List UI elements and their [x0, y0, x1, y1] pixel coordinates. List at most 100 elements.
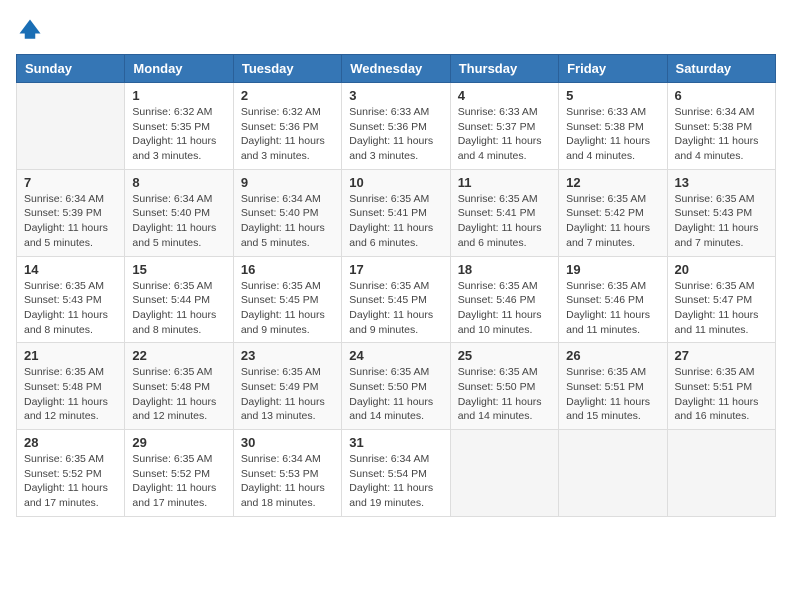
- day-header-sunday: Sunday: [17, 55, 125, 83]
- logo-icon: [16, 16, 44, 44]
- day-info: Sunrise: 6:35 AM Sunset: 5:51 PM Dayligh…: [675, 365, 768, 424]
- day-number: 8: [132, 175, 225, 190]
- day-info: Sunrise: 6:35 AM Sunset: 5:46 PM Dayligh…: [566, 279, 659, 338]
- calendar-cell: 24 Sunrise: 6:35 AM Sunset: 5:50 PM Dayli…: [342, 343, 450, 430]
- day-info: Sunrise: 6:35 AM Sunset: 5:42 PM Dayligh…: [566, 192, 659, 251]
- calendar-cell: 4 Sunrise: 6:33 AM Sunset: 5:37 PM Daylig…: [450, 83, 558, 170]
- calendar-cell: 28Sunrise: 6:35 AM Sunset: 5:52 PM Dayli…: [17, 430, 125, 517]
- day-number: 2: [241, 88, 334, 103]
- day-info: Sunrise: 6:35 AM Sunset: 5:46 PM Dayligh…: [458, 279, 551, 338]
- day-number: 1: [132, 88, 225, 103]
- day-info: Sunrise: 6:35 AM Sunset: 5:45 PM Dayligh…: [349, 279, 442, 338]
- calendar-cell: 16Sunrise: 6:35 AM Sunset: 5:45 PM Dayli…: [233, 256, 341, 343]
- day-number: 26: [566, 348, 659, 363]
- day-header-saturday: Saturday: [667, 55, 775, 83]
- day-header-thursday: Thursday: [450, 55, 558, 83]
- day-info: Sunrise: 6:34 AM Sunset: 5:38 PM Dayligh…: [675, 105, 768, 164]
- day-info: Sunrise: 6:35 AM Sunset: 5:50 PM Dayligh…: [349, 365, 442, 424]
- calendar-cell: 19Sunrise: 6:35 AM Sunset: 5:46 PM Dayli…: [559, 256, 667, 343]
- calendar-table: SundayMondayTuesdayWednesdayThursdayFrid…: [16, 54, 776, 517]
- day-info: Sunrise: 6:35 AM Sunset: 5:52 PM Dayligh…: [132, 452, 225, 511]
- day-number: 15: [132, 262, 225, 277]
- calendar-cell: 30 Sunrise: 6:34 AM Sunset: 5:53 PM Dayli…: [233, 430, 341, 517]
- day-info: Sunrise: 6:35 AM Sunset: 5:47 PM Dayligh…: [675, 279, 768, 338]
- day-number: 6: [675, 88, 768, 103]
- day-number: 22: [132, 348, 225, 363]
- calendar-week-row: 21 Sunrise: 6:35 AM Sunset: 5:48 PM Dayli…: [17, 343, 776, 430]
- day-number: 28: [24, 435, 117, 450]
- day-info: Sunrise: 6:33 AM Sunset: 5:37 PM Dayligh…: [458, 105, 551, 164]
- calendar-cell: 21 Sunrise: 6:35 AM Sunset: 5:48 PM Dayli…: [17, 343, 125, 430]
- day-number: 30: [241, 435, 334, 450]
- calendar-header-row: SundayMondayTuesdayWednesdayThursdayFrid…: [17, 55, 776, 83]
- calendar-cell: 11 Sunrise: 6:35 AM Sunset: 5:41 PM Dayli…: [450, 169, 558, 256]
- day-number: 11: [458, 175, 551, 190]
- day-info: Sunrise: 6:34 AM Sunset: 5:53 PM Dayligh…: [241, 452, 334, 511]
- day-info: Sunrise: 6:35 AM Sunset: 5:45 PM Dayligh…: [241, 279, 334, 338]
- calendar-cell: 23 Sunrise: 6:35 AM Sunset: 5:49 PM Dayli…: [233, 343, 341, 430]
- calendar-cell: [17, 83, 125, 170]
- day-number: 12: [566, 175, 659, 190]
- day-info: Sunrise: 6:35 AM Sunset: 5:43 PM Dayligh…: [24, 279, 117, 338]
- header: [16, 16, 776, 44]
- day-info: Sunrise: 6:32 AM Sunset: 5:35 PM Dayligh…: [132, 105, 225, 164]
- day-info: Sunrise: 6:35 AM Sunset: 5:49 PM Dayligh…: [241, 365, 334, 424]
- day-header-tuesday: Tuesday: [233, 55, 341, 83]
- calendar-cell: 25Sunrise: 6:35 AM Sunset: 5:50 PM Dayli…: [450, 343, 558, 430]
- day-number: 21: [24, 348, 117, 363]
- calendar-week-row: 28 Sunrise: 6:35 AM Sunset: 5:52 PM Dayli…: [17, 430, 776, 517]
- calendar-cell: 2 Sunrise: 6:32 AM Sunset: 5:36 PM Daylig…: [233, 83, 341, 170]
- day-info: Sunrise: 6:34 AM Sunset: 5:40 PM Dayligh…: [241, 192, 334, 251]
- day-info: Sunrise: 6:35 AM Sunset: 5:41 PM Dayligh…: [458, 192, 551, 251]
- day-number: 24: [349, 348, 442, 363]
- calendar-cell: 27 Sunrise: 6:35 AM Sunset: 5:51 PM Dayli…: [667, 343, 775, 430]
- day-number: 9: [241, 175, 334, 190]
- calendar-cell: [450, 430, 558, 517]
- day-number: 31: [349, 435, 442, 450]
- calendar-body: 1 Sunrise: 6:32 AM Sunset: 5:35 PM Daylig…: [17, 83, 776, 517]
- day-number: 17: [349, 262, 442, 277]
- day-info: Sunrise: 6:35 AM Sunset: 5:48 PM Dayligh…: [24, 365, 117, 424]
- day-info: Sunrise: 6:32 AM Sunset: 5:36 PM Dayligh…: [241, 105, 334, 164]
- day-number: 5: [566, 88, 659, 103]
- day-header-monday: Monday: [125, 55, 233, 83]
- calendar-cell: 5 Sunrise: 6:33 AM Sunset: 5:38 PM Daylig…: [559, 83, 667, 170]
- day-info: Sunrise: 6:35 AM Sunset: 5:41 PM Dayligh…: [349, 192, 442, 251]
- calendar-cell: 17 Sunrise: 6:35 AM Sunset: 5:45 PM Dayli…: [342, 256, 450, 343]
- calendar-cell: 29 Sunrise: 6:35 AM Sunset: 5:52 PM Dayli…: [125, 430, 233, 517]
- calendar-cell: 12 Sunrise: 6:35 AM Sunset: 5:42 PM Dayli…: [559, 169, 667, 256]
- day-info: Sunrise: 6:34 AM Sunset: 5:40 PM Dayligh…: [132, 192, 225, 251]
- day-info: Sunrise: 6:33 AM Sunset: 5:38 PM Dayligh…: [566, 105, 659, 164]
- calendar-cell: 22 Sunrise: 6:35 AM Sunset: 5:48 PM Dayli…: [125, 343, 233, 430]
- calendar-cell: 1 Sunrise: 6:32 AM Sunset: 5:35 PM Daylig…: [125, 83, 233, 170]
- day-header-wednesday: Wednesday: [342, 55, 450, 83]
- calendar-cell: 20Sunrise: 6:35 AM Sunset: 5:47 PM Dayli…: [667, 256, 775, 343]
- day-info: Sunrise: 6:34 AM Sunset: 5:39 PM Dayligh…: [24, 192, 117, 251]
- calendar-cell: 26 Sunrise: 6:35 AM Sunset: 5:51 PM Dayli…: [559, 343, 667, 430]
- day-info: Sunrise: 6:35 AM Sunset: 5:44 PM Dayligh…: [132, 279, 225, 338]
- day-number: 3: [349, 88, 442, 103]
- day-number: 27: [675, 348, 768, 363]
- day-number: 14: [24, 262, 117, 277]
- calendar-cell: 15 Sunrise: 6:35 AM Sunset: 5:44 PM Dayli…: [125, 256, 233, 343]
- day-number: 23: [241, 348, 334, 363]
- calendar-cell: 13 Sunrise: 6:35 AM Sunset: 5:43 PM Dayli…: [667, 169, 775, 256]
- day-info: Sunrise: 6:35 AM Sunset: 5:43 PM Dayligh…: [675, 192, 768, 251]
- calendar-cell: 31 Sunrise: 6:34 AM Sunset: 5:54 PM Dayli…: [342, 430, 450, 517]
- day-number: 4: [458, 88, 551, 103]
- day-info: Sunrise: 6:35 AM Sunset: 5:48 PM Dayligh…: [132, 365, 225, 424]
- calendar-week-row: 14 Sunrise: 6:35 AM Sunset: 5:43 PM Dayli…: [17, 256, 776, 343]
- calendar-cell: 6 Sunrise: 6:34 AM Sunset: 5:38 PM Daylig…: [667, 83, 775, 170]
- calendar-cell: 7Sunrise: 6:34 AM Sunset: 5:39 PM Daylig…: [17, 169, 125, 256]
- calendar-cell: [667, 430, 775, 517]
- logo: [16, 16, 48, 44]
- day-number: 13: [675, 175, 768, 190]
- day-info: Sunrise: 6:35 AM Sunset: 5:51 PM Dayligh…: [566, 365, 659, 424]
- calendar-cell: 9 Sunrise: 6:34 AM Sunset: 5:40 PM Daylig…: [233, 169, 341, 256]
- day-header-friday: Friday: [559, 55, 667, 83]
- calendar-cell: 10Sunrise: 6:35 AM Sunset: 5:41 PM Dayli…: [342, 169, 450, 256]
- day-info: Sunrise: 6:34 AM Sunset: 5:54 PM Dayligh…: [349, 452, 442, 511]
- day-number: 29: [132, 435, 225, 450]
- day-info: Sunrise: 6:33 AM Sunset: 5:36 PM Dayligh…: [349, 105, 442, 164]
- calendar-week-row: 1 Sunrise: 6:32 AM Sunset: 5:35 PM Daylig…: [17, 83, 776, 170]
